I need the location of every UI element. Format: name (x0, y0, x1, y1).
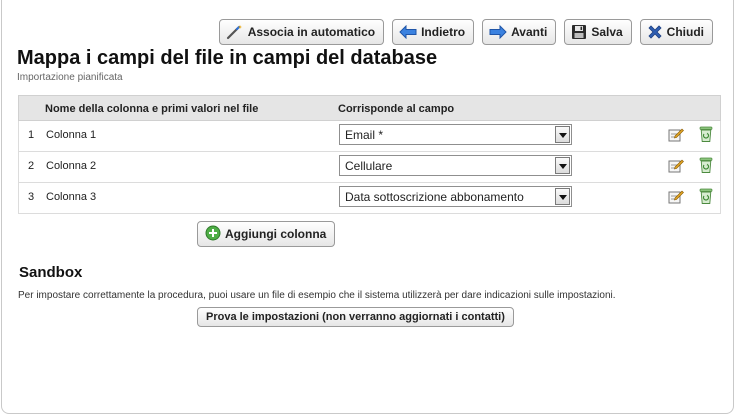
floppy-disk-icon (571, 24, 587, 40)
trash-icon[interactable] (699, 125, 713, 146)
next-label: Avanti (511, 25, 548, 39)
table-header: Nome della colonna e primi valori nel fi… (18, 95, 721, 121)
edit-icon[interactable] (668, 157, 684, 176)
close-button[interactable]: Chiudi (639, 19, 713, 45)
auto-map-label: Associa in automatico (247, 25, 376, 39)
close-label: Chiudi (666, 25, 704, 39)
back-button[interactable]: Indietro (392, 19, 475, 45)
sandbox-description: Per impostare correttamente la procedura… (18, 290, 616, 301)
close-x-icon (647, 24, 663, 40)
dropdown-arrow-icon[interactable] (555, 188, 570, 205)
column-name: Colonna 3 (46, 191, 97, 203)
main-panel: Associa in automatico Indietro Avanti Sa… (1, 0, 734, 414)
field-select[interactable]: Cellulare (339, 155, 572, 176)
add-column-label: Aggiungi colonna (225, 227, 327, 241)
save-button[interactable]: Salva (564, 19, 632, 45)
trash-icon[interactable] (699, 156, 713, 177)
page-subtitle: Importazione pianificata (17, 72, 123, 83)
edit-icon[interactable] (668, 188, 684, 207)
column-header: Nome della colonna e primi valori nel fi… (45, 103, 259, 115)
arrow-left-icon (399, 25, 417, 39)
mapping-table: Nome della colonna e primi valori nel fi… (18, 95, 721, 214)
table-row: 2 Colonna 2 Cellulare (18, 152, 721, 183)
back-label: Indietro (421, 25, 466, 39)
field-select[interactable]: Data sottoscrizione abbonamento (339, 186, 572, 207)
row-number: 2 (28, 160, 35, 172)
test-settings-button[interactable]: Prova le impostazioni (non verranno aggi… (197, 307, 514, 327)
table-row: 3 Colonna 3 Data sottoscrizione abboname… (18, 183, 721, 214)
plus-circle-icon (205, 225, 221, 244)
field-select-value: Data sottoscrizione abbonamento (345, 190, 524, 204)
field-header: Corrisponde al campo (338, 103, 455, 115)
arrow-right-icon (489, 25, 507, 39)
field-select-value: Cellulare (345, 159, 393, 173)
field-select[interactable]: Email * (339, 124, 572, 145)
next-button[interactable]: Avanti (482, 19, 557, 45)
auto-map-button[interactable]: Associa in automatico (218, 19, 385, 45)
trash-icon[interactable] (699, 187, 713, 208)
edit-icon[interactable] (668, 126, 684, 145)
wand-icon (226, 24, 244, 40)
field-select-value: Email * (345, 128, 384, 142)
column-name: Colonna 2 (46, 160, 97, 172)
save-label: Salva (591, 25, 623, 39)
column-name: Colonna 1 (46, 129, 97, 141)
row-number: 1 (28, 129, 35, 141)
row-number: 3 (28, 191, 35, 203)
page-title: Mappa i campi del file in campi del data… (17, 47, 438, 69)
add-column-button[interactable]: Aggiungi colonna (197, 221, 336, 247)
toolbar: Associa in automatico Indietro Avanti Sa… (218, 19, 713, 45)
dropdown-arrow-icon[interactable] (555, 157, 570, 174)
table-row: 1 Colonna 1 Email * (18, 121, 721, 152)
dropdown-arrow-icon[interactable] (555, 126, 570, 143)
sandbox-title: Sandbox (19, 264, 83, 281)
